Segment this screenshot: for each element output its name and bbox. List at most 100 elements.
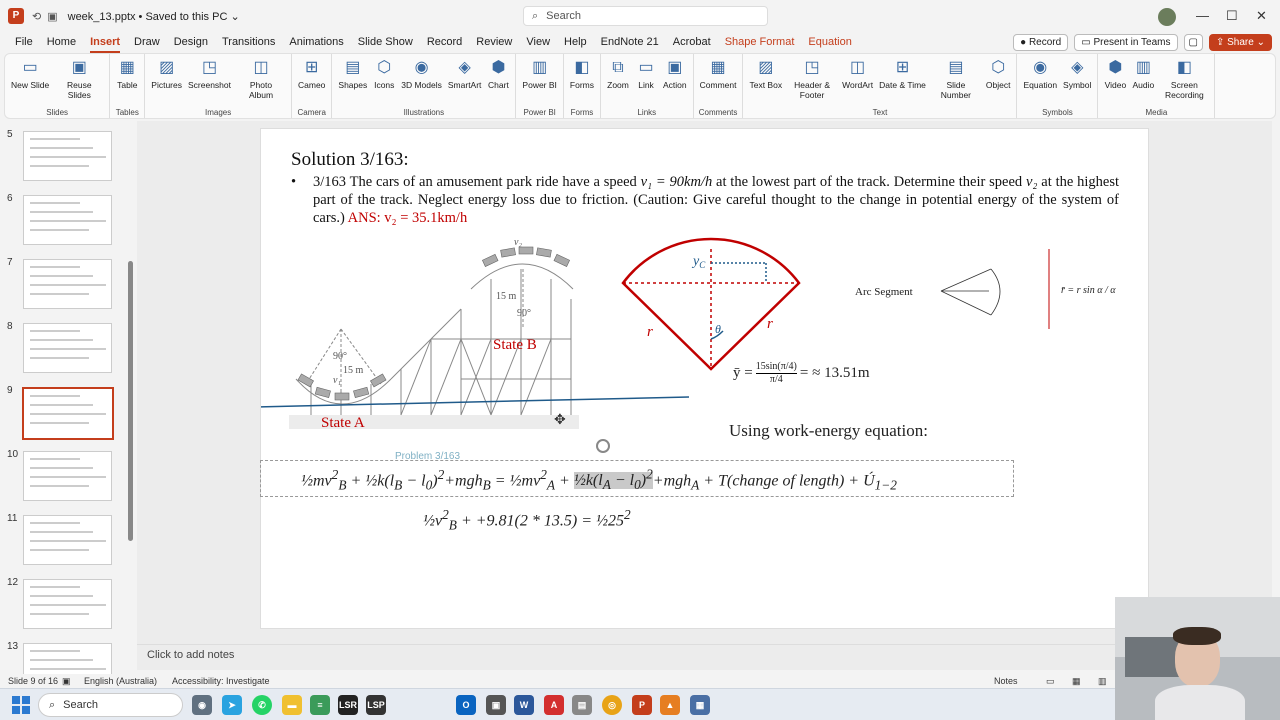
minimize-button[interactable]: —: [1196, 8, 1209, 23]
tab-equation[interactable]: Equation: [801, 32, 858, 52]
tab-acrobat[interactable]: Acrobat: [666, 32, 718, 52]
reuse-slides-button[interactable]: ▣ Reuse Slides: [52, 56, 106, 104]
tab-record[interactable]: Record: [420, 32, 469, 52]
normal-view-icon[interactable]: ▭: [1046, 676, 1055, 687]
date-time-button[interactable]: ⊞ Date & Time: [876, 56, 929, 104]
tab-review[interactable]: Review: [469, 32, 519, 52]
close-button[interactable]: ✕: [1256, 8, 1267, 24]
notepad-icon[interactable]: ≡: [310, 695, 330, 715]
forms-button[interactable]: ◧ Forms: [567, 56, 597, 104]
photo-album-button[interactable]: ◫ Photo Album: [234, 56, 288, 104]
equation-button[interactable]: ◉ Equation: [1020, 56, 1060, 104]
user-avatar[interactable]: [1158, 8, 1176, 26]
text-box-button[interactable]: ▨ Text Box: [746, 56, 785, 104]
file-explorer-icon[interactable]: ▬: [282, 695, 302, 715]
slide-canvas[interactable]: Solution 3/163: • 3/163 The cars of an a…: [260, 128, 1149, 629]
tab-design[interactable]: Design: [167, 32, 215, 52]
work-energy-equation[interactable]: ½mv2B + ½k(lB − l0)2+mghB = ½mv2A + ½k(l…: [301, 467, 897, 494]
notes-pane[interactable]: Click to add notes: [137, 644, 1272, 670]
share-button[interactable]: ⇪ Share ⌄: [1208, 34, 1272, 51]
screen-recording-button[interactable]: ◧ Screen Recording: [1157, 56, 1211, 104]
lsr-app-icon[interactable]: LSR: [338, 695, 358, 715]
comment-button[interactable]: ▦ Comment: [697, 56, 740, 104]
tab-transitions[interactable]: Transitions: [215, 32, 282, 52]
audio-button[interactable]: ▥ Audio: [1129, 56, 1157, 104]
tab-slide-show[interactable]: Slide Show: [351, 32, 420, 52]
work-energy-heading[interactable]: Using work-energy equation:: [729, 421, 928, 441]
tab-home[interactable]: Home: [40, 32, 83, 52]
slide-thumbnail[interactable]: [23, 131, 112, 181]
power-bi-button[interactable]: ▥ Power BI: [519, 56, 560, 104]
screenshot-button[interactable]: ◳ Screenshot: [185, 56, 234, 104]
3d-models-button[interactable]: ◉ 3D Models: [398, 56, 445, 104]
spellcheck-icon[interactable]: ▣: [62, 676, 71, 687]
taskbar-search[interactable]: ⌕ Search: [38, 693, 183, 717]
link-button[interactable]: ▭ Link: [632, 56, 660, 104]
object-button[interactable]: ⬡ Object: [983, 56, 1014, 104]
search-input[interactable]: ⌕ Search: [523, 6, 768, 26]
chrome-icon[interactable]: ◎: [602, 695, 622, 715]
windows-start-icon[interactable]: [12, 696, 30, 714]
zoom-button[interactable]: ⧉ Zoom: [604, 56, 632, 104]
thumbnail-scrollbar[interactable]: [128, 261, 133, 541]
problem-statement[interactable]: • 3/163 The cars of an amusement park ri…: [291, 173, 1119, 227]
record-button[interactable]: ● Record: [1013, 34, 1069, 51]
video-button[interactable]: ⬢ Video: [1101, 56, 1129, 104]
notes-toggle[interactable]: Notes: [994, 676, 1018, 686]
slide-thumbnail[interactable]: [23, 579, 112, 629]
tab-draw[interactable]: Draw: [127, 32, 167, 52]
slide-thumbnail[interactable]: [23, 323, 112, 373]
tab-help[interactable]: Help: [557, 32, 594, 52]
slide-thumbnail[interactable]: [23, 195, 112, 245]
save-icon[interactable]: ▣: [47, 10, 57, 23]
slide-number-button[interactable]: ▤ Slide Number: [929, 56, 983, 104]
camera-app-icon[interactable]: ◉: [192, 695, 212, 715]
roller-coaster-diagram[interactable]: State A State B 15 m 90° 15 m 90° v₁ v₂ …: [261, 229, 1150, 439]
generic-app-icon[interactable]: ▤: [572, 695, 592, 715]
tab-insert[interactable]: Insert: [83, 32, 127, 53]
header-footer-button[interactable]: ◳ Header & Footer: [785, 56, 839, 104]
matlab-icon[interactable]: ▲: [660, 695, 680, 715]
new-slide-button[interactable]: ▭ New Slide: [8, 56, 52, 104]
tab-file[interactable]: File: [8, 32, 40, 52]
tab-view[interactable]: View: [519, 32, 557, 52]
comments-icon[interactable]: ▢: [1183, 34, 1203, 51]
tab-shape-format[interactable]: Shape Format: [718, 32, 802, 52]
table-button[interactable]: ▦ Table: [113, 56, 141, 104]
icons-button[interactable]: ⬡ Icons: [370, 56, 398, 104]
calculator-icon[interactable]: ▦: [690, 695, 710, 715]
chart-button[interactable]: ⬢ Chart: [484, 56, 512, 104]
notes-placeholder[interactable]: Click to add notes: [147, 649, 234, 661]
sector-diagram[interactable]: yC r r θ: [621, 237, 801, 371]
slide-thumbnail[interactable]: [22, 387, 114, 440]
pictures-button[interactable]: ▨ Pictures: [148, 56, 185, 104]
reading-view-icon[interactable]: ▥: [1098, 676, 1107, 687]
accessibility-status[interactable]: Accessibility: Investigate: [172, 676, 270, 686]
present-in-teams-button[interactable]: ▭ Present in Teams: [1074, 34, 1178, 51]
teams-icon[interactable]: ▣: [486, 695, 506, 715]
tab-endnote-21[interactable]: EndNote 21: [594, 32, 666, 52]
cameo-button[interactable]: ⊞ Cameo: [295, 56, 328, 104]
shapes-button[interactable]: ▤ Shapes: [335, 56, 370, 104]
powerpoint-taskbar-icon[interactable]: P: [632, 695, 652, 715]
wordart-button[interactable]: ◫ WordArt: [839, 56, 876, 104]
action-button[interactable]: ▣ Action: [660, 56, 690, 104]
substituted-equation[interactable]: ½v2B + +9.81(2 * 13.5) = ½252: [423, 507, 631, 534]
tab-animations[interactable]: Animations: [282, 32, 350, 52]
slide-title[interactable]: Solution 3/163:: [291, 149, 409, 171]
slide-thumbnail[interactable]: [23, 515, 112, 565]
rotate-handle-icon[interactable]: [596, 439, 610, 453]
lsp-app-icon[interactable]: LSP: [366, 695, 386, 715]
ybar-equation[interactable]: ȳ = 15sin(π/4) π/4 = ≈ 13.51m: [733, 361, 870, 386]
language-indicator[interactable]: English (Australia): [84, 676, 157, 686]
maximize-button[interactable]: ☐: [1226, 8, 1238, 24]
document-title[interactable]: week_13.pptx • Saved to this PC ⌄: [68, 10, 240, 23]
symbol-button[interactable]: ◈ Symbol: [1060, 56, 1094, 104]
word-icon[interactable]: W: [514, 695, 534, 715]
smartart-button[interactable]: ◈ SmartArt: [445, 56, 485, 104]
telegram-icon[interactable]: ➤: [222, 695, 242, 715]
autosave-icon[interactable]: ⟲: [32, 10, 41, 23]
outlook-icon[interactable]: O: [456, 695, 476, 715]
slide-thumbnail[interactable]: [23, 259, 112, 309]
slide-thumbnail[interactable]: [23, 451, 112, 501]
